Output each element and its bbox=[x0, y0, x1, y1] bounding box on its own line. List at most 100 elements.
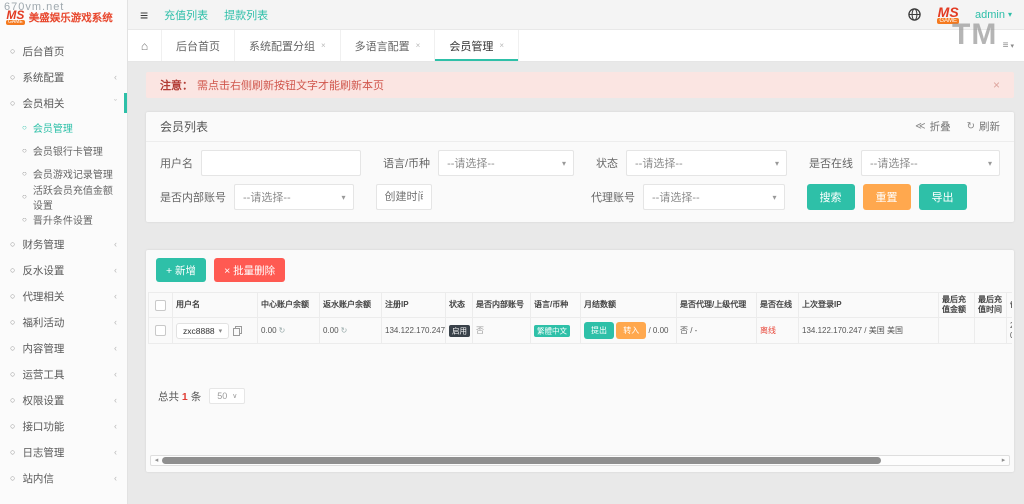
sidebar-item-label: 系统配置 bbox=[22, 71, 65, 84]
caret-down-icon: ▾ bbox=[561, 158, 566, 168]
select-all-checkbox[interactable] bbox=[155, 299, 166, 311]
member-table: 用户名 中心账户余额 返水账户余额 注册IP 状态 是否内部账号 语言/币种 月… bbox=[148, 292, 1012, 344]
filter-language: 语言/币种 --请选择-- ▾ bbox=[383, 150, 574, 176]
sidebar-item-permission[interactable]: ○ 权限设置 ‹ bbox=[0, 387, 127, 413]
add-button[interactable]: + 新增 bbox=[156, 258, 207, 282]
status-select[interactable]: --请选择-- ▾ bbox=[626, 150, 787, 176]
close-icon[interactable]: × bbox=[321, 41, 326, 50]
deposit-button[interactable]: 转入 bbox=[616, 322, 647, 339]
sidebar-subitem-label: 活跃会员充值金额设置 bbox=[32, 185, 113, 212]
sidebar-subnav-member: ○ 会员管理 ○ 会员银行卡管理 ○ 会员游戏记录管理 ○ 活跃会员充值金额设置… bbox=[0, 116, 127, 231]
row-checkbox-cell bbox=[148, 317, 173, 344]
agent-cell: 否 / - bbox=[676, 317, 757, 344]
notice-prefix: 注意： bbox=[160, 80, 193, 92]
tab-multilanguage-config[interactable]: 多语言配置 × bbox=[341, 30, 436, 61]
sidebar-item-site-mail[interactable]: ○ 站内信 ‹ bbox=[0, 465, 127, 491]
filter-form: 用户名 语言/币种 --请选择-- ▾ 状态 --请选择-- ▾ 是否在线 --… bbox=[146, 142, 1014, 222]
filter-status: 状态 --请选择-- ▾ bbox=[596, 150, 787, 176]
chevron-collapsed-icon: ‹ bbox=[114, 291, 117, 301]
row-checkbox[interactable] bbox=[155, 325, 166, 336]
sidebar-item-agent[interactable]: ○ 代理相关 ‹ bbox=[0, 283, 127, 309]
horizontal-scrollbar[interactable]: ◂ ▸ bbox=[150, 455, 1010, 466]
scroll-right-arrow[interactable]: ▸ bbox=[998, 456, 1009, 465]
online-select[interactable]: --请选择-- ▾ bbox=[861, 150, 1000, 176]
chevron-expanded-icon: ˇ bbox=[114, 98, 117, 108]
sidebar-item-label: 反水设置 bbox=[22, 264, 65, 277]
sidebar-item-welfare[interactable]: ○ 福利活动 ‹ bbox=[0, 309, 127, 335]
col-last-recharge-time: 最后充值时间 bbox=[974, 292, 1007, 318]
sidebar-subitem-member-bankcard[interactable]: ○ 会员银行卡管理 bbox=[0, 139, 127, 162]
scroll-left-arrow[interactable]: ◂ bbox=[151, 456, 162, 465]
table-header-row: 用户名 中心账户余额 返水账户余额 注册IP 状态 是否内部账号 语言/币种 月… bbox=[148, 292, 1012, 318]
filter-row-1: 用户名 语言/币种 --请选择-- ▾ 状态 --请选择-- ▾ 是否在线 --… bbox=[160, 150, 1000, 176]
col-online: 是否在线 bbox=[756, 292, 799, 318]
caret-down-icon: ▾ bbox=[341, 192, 346, 202]
language-badge: 繁體中文 bbox=[534, 324, 570, 337]
username-input[interactable] bbox=[201, 150, 361, 176]
refresh-icon[interactable]: ↻ bbox=[279, 326, 286, 335]
tab-member-manage[interactable]: 会员管理 × bbox=[435, 30, 520, 61]
sidebar-subitem-member-manage[interactable]: ○ 会员管理 bbox=[0, 116, 127, 139]
export-button[interactable]: 导出 bbox=[918, 184, 967, 210]
search-button[interactable]: 搜索 bbox=[806, 184, 855, 210]
sidebar-item-member-related[interactable]: ○ 会员相关 ˇ bbox=[0, 90, 127, 116]
create-time-input[interactable] bbox=[375, 184, 432, 210]
refresh-icon[interactable]: ↻ bbox=[341, 326, 348, 335]
topbar-link-recharge-list[interactable]: 充值列表 bbox=[164, 7, 208, 23]
caret-down-icon: ▾ bbox=[218, 327, 223, 335]
tab-system-config-group[interactable]: 系统配置分组 × bbox=[235, 30, 341, 61]
sidebar-item-log[interactable]: ○ 日志管理 ‹ bbox=[0, 439, 127, 465]
chevron-collapsed-icon: ‹ bbox=[114, 265, 117, 275]
topbar-link-withdraw-list[interactable]: 提款列表 bbox=[224, 7, 268, 23]
agent-select[interactable]: --请选择-- ▾ bbox=[643, 184, 785, 210]
collapse-button[interactable]: ≪ 折叠 bbox=[915, 119, 950, 134]
withdraw-button[interactable]: 提出 bbox=[584, 322, 614, 339]
sidebar-item-content[interactable]: ○ 内容管理 ‹ bbox=[0, 335, 127, 361]
circle-icon: ○ bbox=[10, 98, 16, 108]
close-icon[interactable]: × bbox=[416, 41, 421, 50]
sidebar-item-system-config[interactable]: ○ 系统配置 ‹ bbox=[0, 64, 127, 90]
chevron-collapsed-icon: ‹ bbox=[114, 421, 117, 431]
batch-delete-button[interactable]: × 批量删除 bbox=[214, 258, 286, 282]
language-cell: 繁體中文 bbox=[530, 317, 581, 344]
page-size-select[interactable]: 50 ∨ bbox=[209, 388, 246, 404]
sidebar-item-finance[interactable]: ○ 财务管理 ‹ bbox=[0, 231, 127, 257]
chevron-collapsed-icon: ‹ bbox=[114, 317, 117, 327]
internal-select[interactable]: --请选择-- ▾ bbox=[234, 184, 354, 210]
tab-home[interactable]: ⌂ bbox=[128, 30, 162, 61]
table-viewport: 用户名 中心账户余额 返水账户余额 注册IP 状态 是否内部账号 语言/币种 月… bbox=[148, 292, 1012, 344]
table-row: zxc8888 ▾ 0.00 ↻ 0.00 ↻ 134.122.170.247 启用… bbox=[148, 317, 1012, 344]
globe-icon[interactable] bbox=[908, 8, 922, 21]
col-rebate-balance: 返水账户余额 bbox=[319, 292, 382, 318]
col-register-ip: 注册IP bbox=[381, 292, 446, 318]
reset-button[interactable]: 重置 bbox=[862, 184, 911, 210]
collapse-icon: ≪ bbox=[915, 121, 926, 132]
caret-down-icon: ▾ bbox=[1007, 10, 1012, 19]
sidebar-item-operation[interactable]: ○ 运营工具 ‹ bbox=[0, 361, 127, 387]
sidebar-subitem-label: 晋升条件设置 bbox=[32, 216, 93, 227]
col-last-recharge-amount: 最后充值金额 bbox=[938, 292, 975, 318]
scrollbar-track[interactable] bbox=[162, 456, 998, 465]
close-icon[interactable]: × bbox=[993, 78, 1000, 92]
username-dropdown[interactable]: zxc8888 ▾ bbox=[176, 322, 230, 339]
panel-title: 会员列表 bbox=[160, 120, 209, 134]
hamburger-icon[interactable]: ≡ bbox=[140, 7, 148, 23]
copy-icon[interactable] bbox=[233, 326, 243, 337]
sidebar-item-label: 权限设置 bbox=[22, 394, 65, 407]
panel-header: 会员列表 ≪ 折叠 ↻ 刷新 bbox=[146, 112, 1014, 142]
watermark-url: 670vm.net bbox=[4, 1, 65, 13]
language-select[interactable]: --请选择-- ▾ bbox=[438, 150, 574, 176]
pager: 总共 1 条 50 ∨ bbox=[148, 388, 1012, 404]
tab-operations-menu[interactable]: ≡ ▾ bbox=[1003, 40, 1014, 51]
refresh-button[interactable]: ↻ 刷新 bbox=[967, 119, 1000, 134]
sidebar-item-interface[interactable]: ○ 接口功能 ‹ bbox=[0, 413, 127, 439]
tab-dashboard[interactable]: 后台首页 bbox=[162, 30, 235, 61]
main-area: ≡ 充值列表 提款列表 MS GAME admin ▾ ⌂ 后台首页 系统配置分… bbox=[128, 0, 1024, 504]
sidebar-subitem-active-recharge[interactable]: ○ 活跃会员充值金额设置 bbox=[0, 185, 127, 212]
sidebar-item-label: 内容管理 bbox=[22, 342, 65, 355]
scrollbar-thumb[interactable] bbox=[162, 457, 881, 464]
col-center-balance: 中心账户余额 bbox=[257, 292, 320, 318]
sidebar-item-dashboard[interactable]: ○ 后台首页 bbox=[0, 38, 127, 64]
sidebar-item-rebate[interactable]: ○ 反水设置 ‹ bbox=[0, 257, 127, 283]
close-icon[interactable]: × bbox=[499, 41, 504, 50]
